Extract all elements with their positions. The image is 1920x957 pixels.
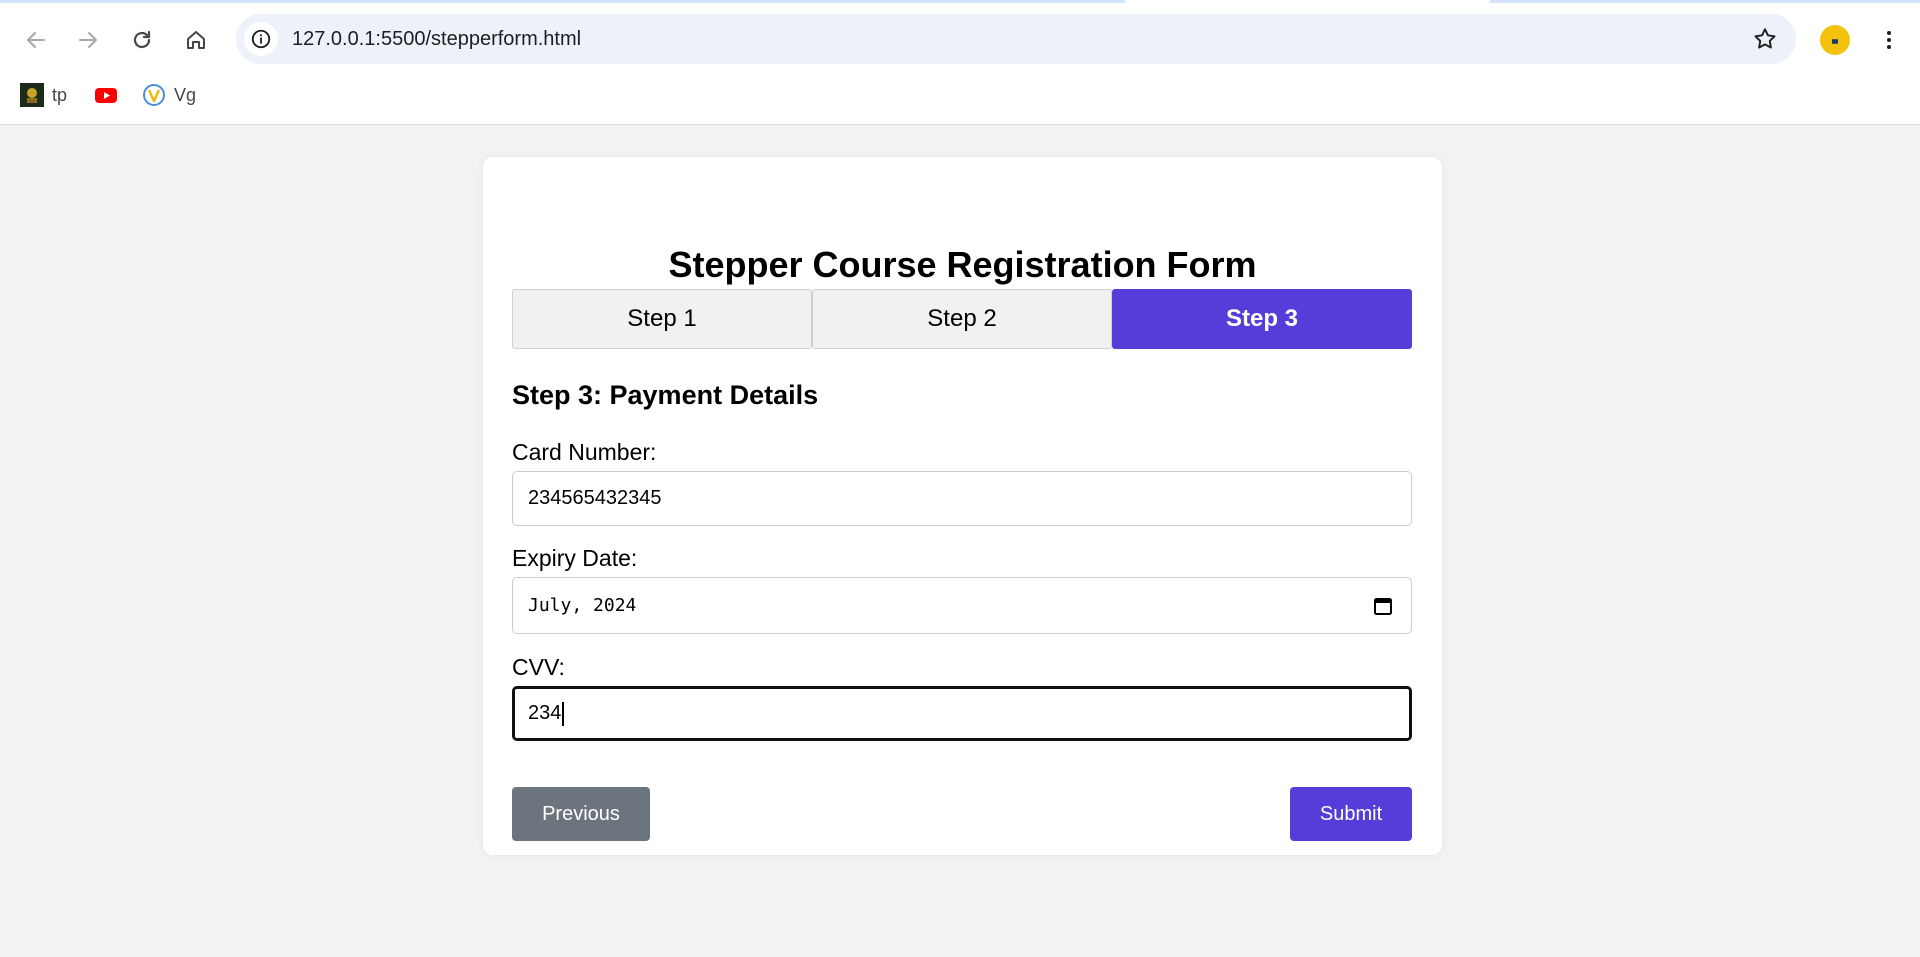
profile-icon bbox=[1832, 39, 1838, 44]
page-viewport: Stepper Course Registration Form Step 1 … bbox=[0, 125, 1920, 957]
vg-favicon-icon bbox=[142, 83, 166, 107]
bookmarks-bar: tp Vg bbox=[0, 78, 1920, 112]
bookmark-star-icon[interactable] bbox=[1752, 26, 1778, 52]
browser-chrome: 127.0.0.1:5500/stepperform.html tp Vg bbox=[0, 0, 1920, 125]
profile-avatar[interactable] bbox=[1820, 25, 1850, 55]
forward-button[interactable] bbox=[68, 20, 108, 60]
info-icon bbox=[251, 29, 271, 49]
form-card: Stepper Course Registration Form Step 1 … bbox=[483, 157, 1442, 855]
youtube-icon bbox=[94, 83, 118, 107]
step-3-tab[interactable]: Step 3 bbox=[1112, 289, 1412, 349]
card-number-label: Card Number: bbox=[512, 439, 657, 465]
card-number-input[interactable]: 234565432345 bbox=[512, 471, 1412, 526]
reload-icon bbox=[133, 30, 151, 49]
step-1-tab[interactable]: Step 1 bbox=[512, 289, 812, 349]
bookmark-youtube[interactable] bbox=[94, 82, 118, 108]
expiry-date-input[interactable]: July, 2024 bbox=[512, 577, 1412, 634]
home-button[interactable] bbox=[176, 20, 216, 60]
text-caret bbox=[562, 701, 565, 726]
back-button[interactable] bbox=[16, 20, 56, 60]
reload-button[interactable] bbox=[122, 20, 162, 60]
expiry-date-label: Expiry Date: bbox=[512, 545, 638, 571]
cvv-label: CVV: bbox=[512, 654, 565, 680]
browser-menu-button[interactable] bbox=[1874, 22, 1904, 58]
tab-strip bbox=[0, 0, 1920, 4]
site-info-button[interactable] bbox=[244, 22, 278, 56]
submit-button[interactable]: Submit bbox=[1290, 787, 1412, 841]
stepper-tabs: Step 1 Step 2 Step 3 bbox=[512, 289, 1412, 349]
calendar-icon[interactable] bbox=[1373, 596, 1393, 616]
url-text[interactable]: 127.0.0.1:5500/stepperform.html bbox=[292, 28, 581, 50]
form-title: Stepper Course Registration Form bbox=[668, 244, 1257, 285]
home-icon bbox=[187, 31, 205, 49]
kebab-menu-icon bbox=[1887, 31, 1891, 49]
cvv-input[interactable]: 234 bbox=[512, 686, 1412, 741]
arrow-right-icon bbox=[79, 32, 97, 48]
arrow-left-icon bbox=[27, 32, 45, 48]
bookmark-tp[interactable]: tp bbox=[20, 82, 67, 108]
previous-button[interactable]: Previous bbox=[512, 787, 650, 841]
step-2-tab[interactable]: Step 2 bbox=[812, 289, 1112, 349]
tp-favicon-icon bbox=[20, 83, 44, 107]
bookmark-vg[interactable]: Vg bbox=[142, 82, 196, 108]
address-bar[interactable]: 127.0.0.1:5500/stepperform.html bbox=[236, 14, 1796, 64]
section-heading: Step 3: Payment Details bbox=[512, 380, 819, 410]
